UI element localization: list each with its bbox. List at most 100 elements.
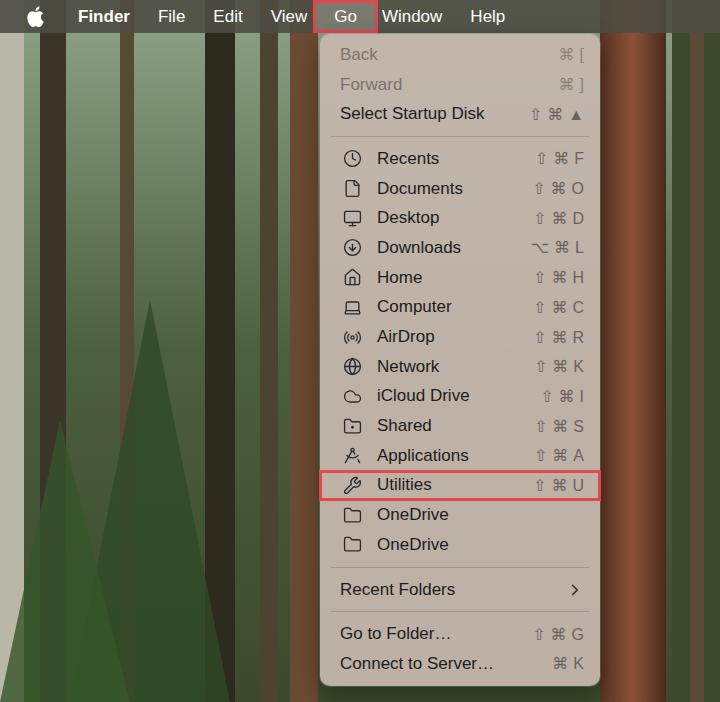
menu-bar: FinderFileEditViewGoWindowHelp [0, 0, 720, 33]
menu-bar-item[interactable]: Window [368, 0, 456, 33]
menu-item-label: Downloads [377, 238, 531, 258]
go-menu: Back⌘[Forward⌘]Select Startup Disk⇧⌘▲Rec… [320, 34, 600, 686]
menu-item-shortcut: ⇧⌘O [532, 179, 589, 198]
menu-item: Forward⌘] [320, 70, 600, 100]
menu-item-label: AirDrop [377, 327, 533, 347]
menu-bar-item[interactable]: Edit [199, 0, 256, 33]
menu-item[interactable]: Utilities⇧⌘U [320, 471, 600, 501]
menu-item-label: Go to Folder… [340, 624, 532, 644]
menu-item-icon-box [340, 445, 364, 467]
menu-item[interactable]: Recents⇧⌘F [320, 144, 600, 174]
menu-item[interactable]: Home⇧⌘H [320, 263, 600, 293]
menu-item[interactable]: OneDrive [320, 530, 600, 560]
laptop-icon [343, 298, 362, 317]
menu-separator [331, 136, 589, 137]
menu-item-icon-box [340, 178, 364, 200]
menu-item-label: Back [340, 45, 559, 65]
menu-separator [331, 611, 589, 612]
menu-item-icon-box [340, 356, 364, 378]
menu-item-label: Documents [377, 179, 532, 199]
menu-item-icon-box [340, 267, 364, 289]
menu-item-shortcut: ⇧⌘C [533, 298, 589, 317]
menu-item-label: Applications [377, 446, 534, 466]
folder-icon [343, 535, 362, 554]
menu-bar-item[interactable]: Help [456, 0, 519, 33]
menu-item-shortcut: ⌘K [552, 654, 589, 673]
menu-item-shortcut: ⇧⌘S [534, 417, 589, 436]
menu-separator [331, 567, 589, 568]
menu-item-icon-box [340, 207, 364, 229]
menu-item-label: Forward [340, 75, 559, 95]
menu-item-label: Recent Folders [340, 580, 566, 600]
menu-bar-item[interactable]: Go [313, 0, 378, 33]
menu-item-label: Home [377, 268, 533, 288]
menu-item[interactable]: Downloads⌥⌘L [320, 233, 600, 263]
menu-item-shortcut: ⇧⌘I [540, 387, 589, 406]
menu-item-label: OneDrive [377, 535, 584, 555]
menu-item-shortcut: ⇧⌘U [533, 476, 589, 495]
airdrop-icon [343, 328, 362, 347]
menu-item-shortcut: ⇧⌘G [532, 625, 589, 644]
apple-menu[interactable] [26, 0, 64, 33]
menu-item[interactable]: Computer⇧⌘C [320, 293, 600, 323]
menu-item[interactable]: Recent Folders [320, 575, 600, 605]
home-icon [343, 268, 362, 287]
clock-icon [343, 149, 362, 168]
menu-item[interactable]: Documents⇧⌘O [320, 174, 600, 204]
tools-icon [343, 476, 362, 495]
submenu-chevron-icon [566, 581, 584, 599]
menu-item-icon-box [340, 385, 364, 407]
applications-icon [343, 446, 362, 465]
menu-item-label: Desktop [377, 208, 533, 228]
menu-item-label: Utilities [377, 475, 533, 495]
menu-item[interactable]: Applications⇧⌘A [320, 441, 600, 471]
menu-item-shortcut: ⌥⌘L [531, 238, 589, 257]
menu-item-label: Network [377, 357, 534, 377]
apple-logo-icon[interactable] [26, 6, 44, 27]
menu-item-shortcut: ⇧⌘▲ [529, 105, 589, 124]
folder-icon [343, 506, 362, 525]
menu-item[interactable]: Go to Folder…⇧⌘G [320, 619, 600, 649]
menu-item-label: Recents [377, 149, 535, 169]
menu-item: Back⌘[ [320, 40, 600, 70]
menu-item[interactable]: Desktop⇧⌘D [320, 203, 600, 233]
shared-folder-icon [343, 417, 362, 436]
menu-item-shortcut: ⌘] [559, 75, 589, 94]
menu-item-icon-box [340, 326, 364, 348]
menu-item[interactable]: AirDrop⇧⌘R [320, 322, 600, 352]
menu-item-shortcut: ⇧⌘H [533, 268, 589, 287]
menu-item-label: OneDrive [377, 505, 584, 525]
globe-icon [343, 357, 362, 376]
desktop-icon [343, 209, 362, 228]
menu-item-icon-box [340, 148, 364, 170]
menu-item-shortcut: ⇧⌘R [533, 328, 589, 347]
menu-bar-item[interactable]: File [144, 0, 199, 33]
menu-bar-item[interactable]: View [257, 0, 322, 33]
menu-item[interactable]: OneDrive [320, 500, 600, 530]
menu-item-shortcut: ⇧⌘F [535, 149, 589, 168]
desktop: FinderFileEditViewGoWindowHelpBack⌘[Forw… [0, 0, 720, 702]
menu-item-icon-box [340, 504, 364, 526]
menu-item-label: Select Startup Disk [340, 104, 529, 124]
menu-item-icon-box [340, 474, 364, 496]
menu-item-label: Computer [377, 297, 533, 317]
menu-item-label: Shared [377, 416, 534, 436]
menu-item[interactable]: Connect to Server…⌘K [320, 649, 600, 679]
menu-item-shortcut: ⇧⌘A [534, 446, 589, 465]
cloud-icon [343, 387, 362, 406]
menu-item-shortcut: ⇧⌘K [534, 357, 589, 376]
menu-item[interactable]: iCloud Drive⇧⌘I [320, 382, 600, 412]
menu-item[interactable]: Shared⇧⌘S [320, 411, 600, 441]
menu-item-icon-box [340, 296, 364, 318]
download-icon [343, 238, 362, 257]
menu-item-icon-box [340, 415, 364, 437]
menu-item-icon-box [340, 534, 364, 556]
menu-item[interactable]: Select Startup Disk⇧⌘▲ [320, 99, 600, 129]
menu-item[interactable]: Network⇧⌘K [320, 352, 600, 382]
menu-item-shortcut: ⇧⌘D [533, 209, 589, 228]
document-icon [343, 179, 362, 198]
menu-item-shortcut: ⌘[ [559, 45, 589, 64]
menu-item-label: iCloud Drive [377, 386, 540, 406]
menu-item-icon-box [340, 237, 364, 259]
menu-bar-item[interactable]: Finder [64, 0, 144, 33]
